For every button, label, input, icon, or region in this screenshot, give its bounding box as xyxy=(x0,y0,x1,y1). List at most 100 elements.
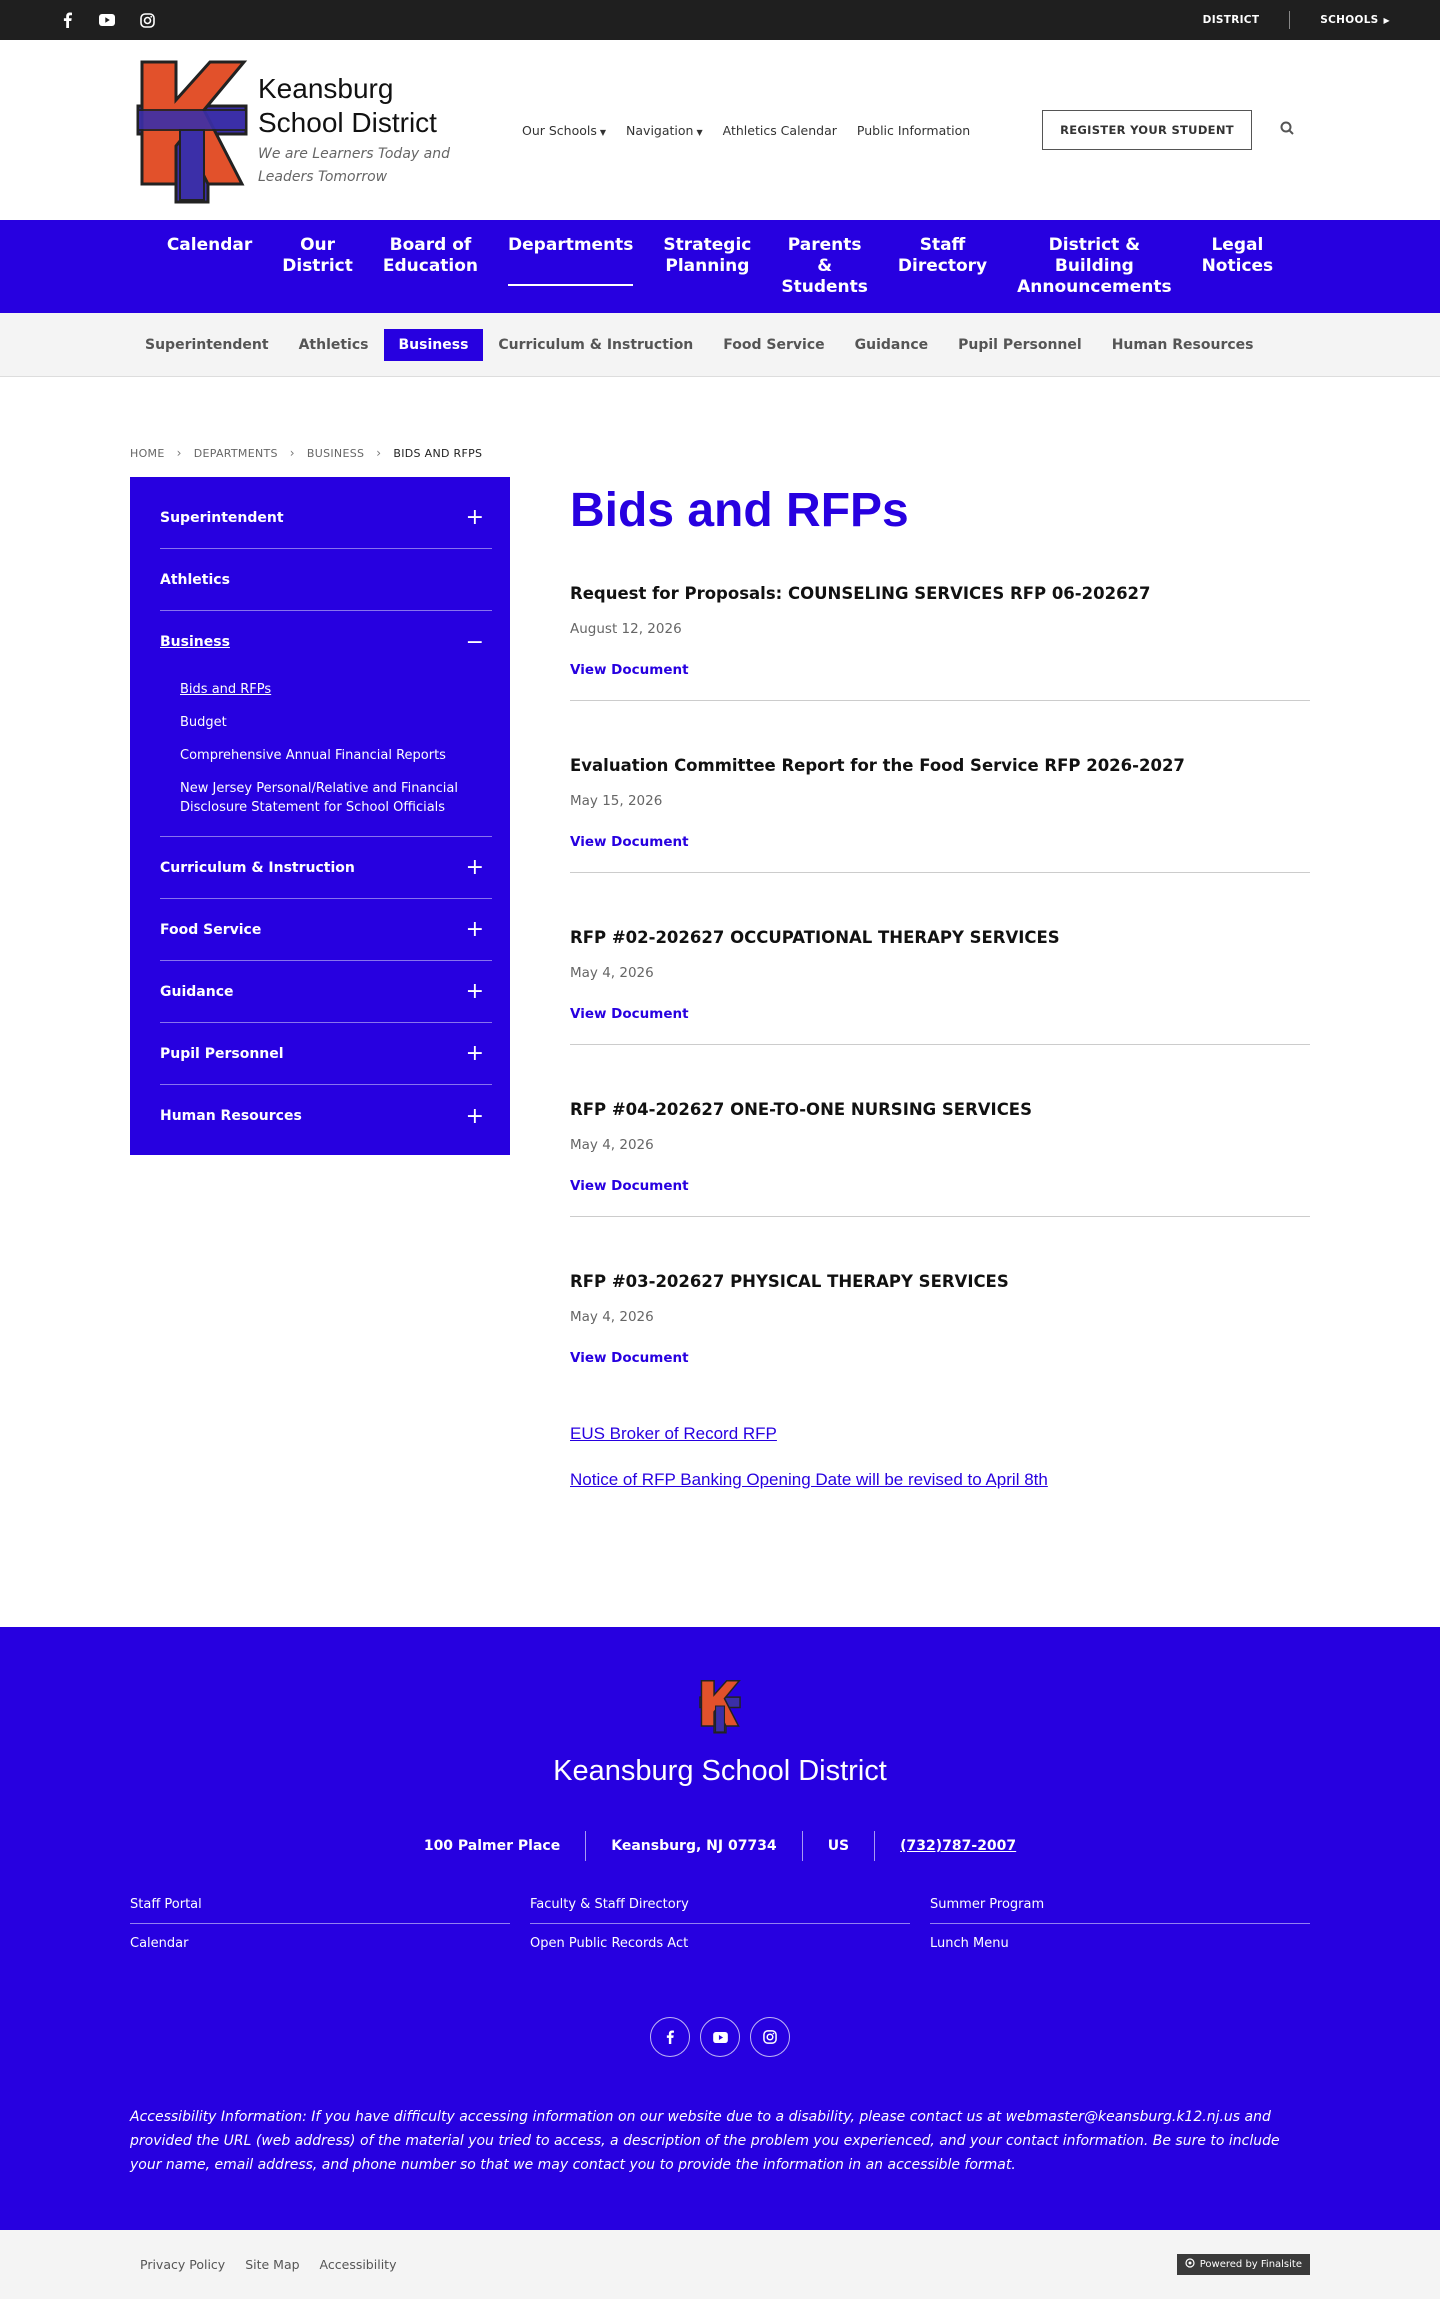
sidebar-item-label: Guidance xyxy=(160,983,234,1000)
home-logo-link[interactable]: Keansburg School District We are Learner… xyxy=(130,56,450,204)
sidebar-item-human-resources[interactable]: Human Resources + xyxy=(160,1085,492,1155)
sidebar-item-business[interactable]: Business − xyxy=(160,611,492,673)
district-link[interactable]: DISTRICT xyxy=(1203,14,1260,26)
breadcrumb-departments[interactable]: DEPARTMENTS xyxy=(194,447,278,460)
nav-label: Our Schools xyxy=(522,122,597,138)
subnav-curriculum[interactable]: Curriculum & Instruction xyxy=(483,329,708,361)
main-column: Bids and RFPs Request for Proposals: COU… xyxy=(570,477,1310,1490)
main-nav-legal-notices[interactable]: Legal Notices xyxy=(1187,235,1289,277)
plus-icon[interactable]: + xyxy=(466,855,484,880)
sidebar-sub-budget[interactable]: Budget xyxy=(180,706,492,739)
nav-our-schools[interactable]: Our Schools ▼ xyxy=(522,123,606,138)
footer-phone-link[interactable]: (732)787-2007 xyxy=(900,1838,1016,1854)
facebook-icon[interactable] xyxy=(650,2017,690,2057)
sidebar-sub-disclosure[interactable]: New Jersey Personal/Relative and Financi… xyxy=(180,772,492,824)
breadcrumb-home[interactable]: HOME xyxy=(130,447,165,460)
footer-links: Staff Portal Faculty & Staff Directory S… xyxy=(130,1885,1310,1963)
view-document-link[interactable]: View Document xyxy=(570,662,689,678)
instagram-icon[interactable] xyxy=(750,2017,790,2057)
sidebar-item-superintendent[interactable]: Superintendent + xyxy=(160,487,492,549)
footer-street: 100 Palmer Place xyxy=(423,1838,561,1854)
facebook-icon[interactable] xyxy=(58,11,76,29)
accessibility-link[interactable]: Accessibility xyxy=(320,2257,397,2272)
subnav-human-resources[interactable]: Human Resources xyxy=(1097,329,1269,361)
chevron-right-icon: › xyxy=(176,446,182,460)
main-nav-staff-directory[interactable]: Staff Directory xyxy=(883,235,1002,277)
header-nav: Our Schools ▼ Navigation ▼ Athletics Calen… xyxy=(522,40,970,220)
district-name: Keansburg School District xyxy=(258,72,450,140)
sidebar-item-curriculum[interactable]: Curriculum & Instruction + xyxy=(160,837,492,899)
main-nav-strategic-planning[interactable]: Strategic Planning xyxy=(648,235,766,277)
plus-icon[interactable]: + xyxy=(466,917,484,942)
subnav-guidance[interactable]: Guidance xyxy=(840,329,944,361)
site-header: Keansburg School District We are Learner… xyxy=(0,40,1440,220)
sidebar-item-guidance[interactable]: Guidance + xyxy=(160,961,492,1023)
section-subnav: Superintendent Athletics Business Curric… xyxy=(0,313,1440,377)
view-document-link[interactable]: View Document xyxy=(570,1178,689,1194)
main-nav-departments[interactable]: Departments xyxy=(493,235,648,286)
footer-logo[interactable] xyxy=(697,1677,743,1735)
footer-city: Keansburg, NJ 07734 xyxy=(611,1838,777,1854)
document-date: August 12, 2026 xyxy=(570,621,682,637)
document-date: May 4, 2026 xyxy=(570,965,654,981)
footer-link-directory[interactable]: Faculty & Staff Directory xyxy=(530,1885,910,1924)
footer-link-calendar[interactable]: Calendar xyxy=(130,1924,510,1963)
register-student-button[interactable]: REGISTER YOUR STUDENT xyxy=(1042,110,1252,150)
district-logo xyxy=(130,56,254,204)
minus-icon[interactable]: − xyxy=(466,630,484,655)
footer-link-staff-portal[interactable]: Staff Portal xyxy=(130,1885,510,1924)
view-document-link[interactable]: View Document xyxy=(570,1350,689,1366)
footer-district-name: Keansburg School District xyxy=(553,1755,887,1787)
main-nav-parents-students[interactable]: Parents & Students xyxy=(766,235,883,298)
plus-icon[interactable]: + xyxy=(466,979,484,1004)
document-list: Request for Proposals: COUNSELING SERVIC… xyxy=(570,539,1310,1389)
instagram-icon[interactable] xyxy=(138,11,156,29)
eus-broker-rfp-link[interactable]: EUS Broker of Record RFP xyxy=(570,1424,1310,1444)
chevron-down-icon: ▼ xyxy=(599,127,607,137)
footer-link-lunch-menu[interactable]: Lunch Menu xyxy=(930,1924,1310,1963)
schools-dropdown[interactable]: SCHOOLS ▶ xyxy=(1320,14,1390,26)
powered-by-badge[interactable]: Powered by Finalsite xyxy=(1176,2254,1310,2275)
footer-link-opra[interactable]: Open Public Records Act xyxy=(530,1924,910,1963)
district-name-line1: Keansburg xyxy=(258,72,394,104)
main-nav-calendar[interactable]: Calendar xyxy=(152,235,267,256)
sidebar-sub-bids-rfps[interactable]: Bids and RFPs xyxy=(180,673,492,706)
privacy-policy-link[interactable]: Privacy Policy xyxy=(140,2257,225,2272)
main-nav-announcements[interactable]: District & Building Announcements xyxy=(1002,235,1186,298)
document-item: RFP #03-202627 PHYSICAL THERAPY SERVICES… xyxy=(570,1217,1310,1389)
sidebar-item-label: Athletics xyxy=(160,571,230,588)
subnav-business[interactable]: Business xyxy=(383,328,484,361)
sidebar-item-label: Business xyxy=(160,634,230,650)
sidebar-item-food-service[interactable]: Food Service + xyxy=(160,899,492,961)
banking-rfp-notice-link[interactable]: Notice of RFP Banking Opening Date will … xyxy=(570,1470,1310,1490)
footer-link-summer-program[interactable]: Summer Program xyxy=(930,1885,1310,1924)
divider xyxy=(585,1831,587,1861)
plus-icon[interactable]: + xyxy=(466,1104,484,1129)
nav-public-information[interactable]: Public Information xyxy=(857,123,970,138)
search-button[interactable] xyxy=(1280,120,1294,139)
chevron-right-icon: › xyxy=(376,446,382,460)
plus-icon[interactable]: + xyxy=(466,1041,484,1066)
sidebar-sub-cafr[interactable]: Comprehensive Annual Financial Reports xyxy=(180,739,492,772)
main-nav-board-of-education[interactable]: Board of Education xyxy=(368,235,493,277)
sidebar-item-pupil-personnel[interactable]: Pupil Personnel + xyxy=(160,1023,492,1085)
nav-label: Navigation xyxy=(626,122,694,138)
sidebar-item-athletics[interactable]: Athletics xyxy=(160,549,492,611)
site-map-link[interactable]: Site Map xyxy=(245,2257,299,2272)
youtube-icon[interactable] xyxy=(98,11,116,29)
plus-icon[interactable]: + xyxy=(466,505,484,530)
youtube-icon[interactable] xyxy=(700,2017,740,2057)
divider xyxy=(874,1831,876,1861)
subnav-pupil-personnel[interactable]: Pupil Personnel xyxy=(943,329,1097,361)
subnav-athletics[interactable]: Athletics xyxy=(284,329,384,361)
view-document-link[interactable]: View Document xyxy=(570,834,689,850)
breadcrumb-business[interactable]: BUSINESS xyxy=(307,447,364,460)
subnav-food-service[interactable]: Food Service xyxy=(708,329,839,361)
nav-navigation[interactable]: Navigation ▼ xyxy=(626,123,703,138)
breadcrumb: HOME › DEPARTMENTS › BUSINESS › BIDS AND… xyxy=(0,377,1440,477)
view-document-link[interactable]: View Document xyxy=(570,1006,689,1022)
document-title: RFP #03-202627 PHYSICAL THERAPY SERVICES xyxy=(570,1272,1009,1291)
nav-athletics-calendar[interactable]: Athletics Calendar xyxy=(723,123,837,138)
main-nav-our-district[interactable]: Our District xyxy=(267,235,368,277)
subnav-superintendent[interactable]: Superintendent xyxy=(130,329,284,361)
